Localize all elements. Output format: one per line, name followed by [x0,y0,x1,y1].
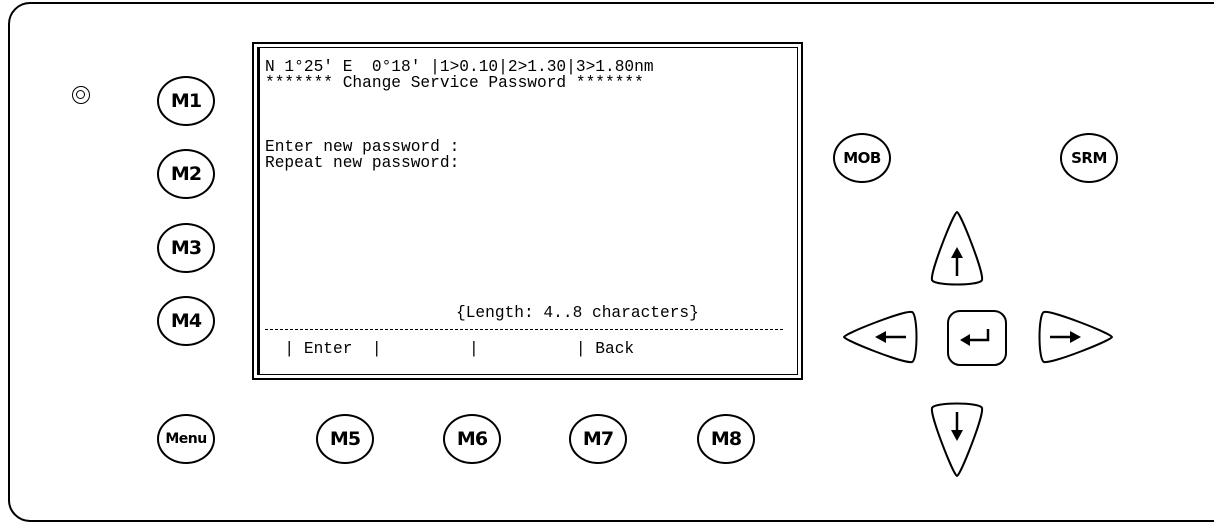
srm-button[interactable]: SRM [1060,133,1118,183]
m2-button[interactable]: M2 [157,149,215,199]
divider [265,329,783,330]
arrow-down-button[interactable] [928,400,986,478]
m5-button[interactable]: M5 [316,414,374,464]
enter-button[interactable] [946,309,1008,367]
status-led-icon [72,86,90,104]
new-password-field[interactable]: Enter new password : [265,139,459,155]
arrow-right-button[interactable] [1036,308,1114,366]
m1-button[interactable]: M1 [157,76,215,126]
m3-button[interactable]: M3 [157,223,215,273]
m7-button[interactable]: M7 [569,414,627,464]
lcd-content: N 1°25' E 0°18' |1>0.10|2>1.30|3>1.80nm … [257,47,798,375]
arrow-up-button[interactable] [928,210,986,288]
screen-title: ******* Change Service Password ******* [265,74,644,92]
softkey-labels: | Enter | | | Back [265,340,635,358]
panel-edge [8,458,10,479]
m4-button[interactable]: M4 [157,296,215,346]
mob-button[interactable]: MOB [833,133,891,183]
lcd-display: N 1°25' E 0°18' |1>0.10|2>1.30|3>1.80nm … [252,42,803,380]
m6-button[interactable]: M6 [443,414,501,464]
status-line: N 1°25' E 0°18' |1>0.10|2>1.30|3>1.80nm [265,58,654,76]
length-hint: {Length: 4..8 characters} [456,304,699,322]
menu-button[interactable]: Menu [157,414,215,464]
arrow-left-button[interactable] [842,308,920,366]
m8-button[interactable]: M8 [697,414,755,464]
repeat-password-field[interactable]: Repeat new password: [265,155,459,171]
